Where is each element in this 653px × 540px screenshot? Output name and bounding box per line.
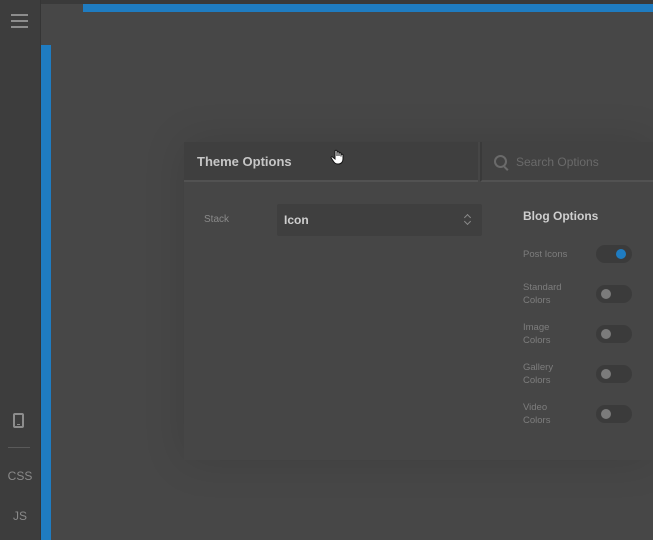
stack-label: Stack <box>204 214 230 225</box>
css-button[interactable]: CSS <box>0 469 40 483</box>
stack-select[interactable]: Icon <box>277 204 482 236</box>
mobile-device-icon[interactable] <box>13 413 24 428</box>
rail-divider <box>8 447 30 448</box>
video-colors-toggle[interactable] <box>596 405 632 423</box>
option-label-standard-colors: Standard Colors <box>523 282 562 306</box>
post-icons-toggle[interactable] <box>596 245 632 263</box>
gallery-colors-toggle[interactable] <box>596 365 632 383</box>
toggle-knob <box>601 409 611 419</box>
option-label-post-icons: Post Icons <box>523 249 568 260</box>
theme-options-panel: Theme Options Stack Icon Blog Options Po… <box>184 142 653 460</box>
left-selection-bar <box>41 45 51 540</box>
toggle-knob <box>601 329 611 339</box>
image-colors-toggle[interactable] <box>596 325 632 343</box>
standard-colors-toggle[interactable] <box>596 285 632 303</box>
option-label-gallery-colors: Gallery Colors <box>523 362 554 386</box>
search-input[interactable] <box>516 152 652 172</box>
option-label-image-colors: Image Colors <box>523 322 551 346</box>
left-rail: CSS JS <box>0 0 41 540</box>
toggle-knob <box>601 369 611 379</box>
js-button[interactable]: JS <box>0 509 40 523</box>
toggle-knob <box>601 289 611 299</box>
toggle-knob <box>616 249 626 259</box>
search-icon <box>494 155 507 168</box>
hamburger-icon[interactable] <box>11 14 28 28</box>
blog-options-title: Blog Options <box>523 209 599 223</box>
option-label-video-colors: Video Colors <box>523 402 551 426</box>
search-box[interactable] <box>480 142 653 182</box>
chevron-up-down-icon <box>464 214 472 226</box>
hand-pointer-icon <box>330 149 344 165</box>
stack-select-value: Icon <box>284 213 309 227</box>
top-selection-bar <box>83 4 653 12</box>
